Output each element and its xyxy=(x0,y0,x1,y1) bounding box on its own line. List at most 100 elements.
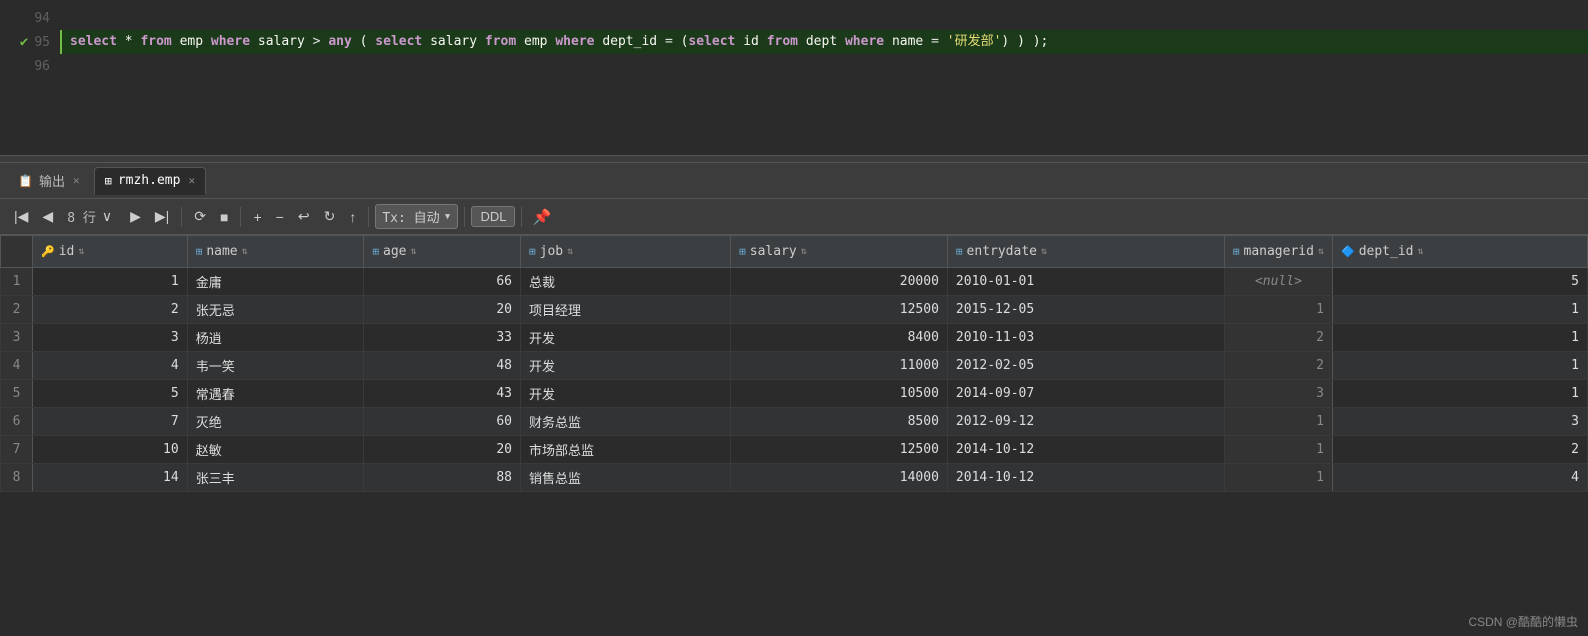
upload-btn[interactable]: ↑ xyxy=(343,205,362,229)
stop-btn[interactable]: ■ xyxy=(214,205,234,229)
prev-btn[interactable]: ◀ xyxy=(36,204,59,229)
paren-open2: ( xyxy=(681,30,689,54)
cell-age: 20 xyxy=(364,436,521,464)
cell-id: 10 xyxy=(33,436,188,464)
add-btn[interactable]: + xyxy=(247,205,267,229)
col-job-sort[interactable]: ⇅ xyxy=(567,246,573,257)
cell-deptid: 2 xyxy=(1332,436,1587,464)
kw-where2: where xyxy=(555,30,594,54)
op-eq: = xyxy=(665,30,673,54)
col-age-sort[interactable]: ⇅ xyxy=(411,246,417,257)
next-btn[interactable]: ▶ xyxy=(124,204,147,229)
code-line-96 xyxy=(60,54,1588,78)
table-row[interactable]: 6 7 灭绝 60 财务总监 8500 2012-09-12 1 3 xyxy=(1,408,1588,436)
col-id-header[interactable]: 🔑 id ⇅ xyxy=(33,236,188,268)
col-entrydate-icon: ⊞ xyxy=(956,245,963,258)
cell-job: 销售总监 xyxy=(521,464,731,492)
rmzh-tab-icon: ⊞ xyxy=(105,174,112,188)
table-row[interactable]: 1 1 金庸 66 总裁 20000 2010-01-01 <null> 5 xyxy=(1,268,1588,296)
cell-rownum: 3 xyxy=(1,324,33,352)
table-row[interactable]: 5 5 常遇春 43 开发 10500 2014-09-07 3 1 xyxy=(1,380,1588,408)
cell-managerid: 1 xyxy=(1224,296,1332,324)
redo-btn[interactable]: ↻ xyxy=(318,204,342,229)
cell-deptid: 1 xyxy=(1332,380,1587,408)
cell-name: 灭绝 xyxy=(187,408,364,436)
toolbar: |◀ ◀ 8 行 ∨ ▶ ▶| ⟳ ■ + − ↩ ↻ ↑ Tx: 自动 ▾ D… xyxy=(0,199,1588,235)
col-managerid-sort[interactable]: ⇅ xyxy=(1318,246,1324,257)
tab-output[interactable]: 📋 输出 ✕ xyxy=(8,167,90,195)
tx-dropdown[interactable]: Tx: 自动 ▾ xyxy=(375,204,458,229)
col-entrydate-header[interactable]: ⊞ entrydate ⇅ xyxy=(947,236,1224,268)
pin-btn[interactable]: 📌 xyxy=(528,204,555,230)
cell-age: 33 xyxy=(364,324,521,352)
remove-btn[interactable]: − xyxy=(270,205,290,229)
col-name-label: name xyxy=(206,244,237,259)
tbl-emp2: emp xyxy=(524,30,547,54)
col-job-header[interactable]: ⊞ job ⇅ xyxy=(521,236,731,268)
first-btn[interactable]: |◀ xyxy=(8,204,34,229)
tabs-bar: 📋 输出 ✕ ⊞ rmzh.emp ✕ xyxy=(0,163,1588,199)
cell-rownum: 4 xyxy=(1,352,33,380)
table-row[interactable]: 7 10 赵敏 20 市场部总监 12500 2014-10-12 1 2 xyxy=(1,436,1588,464)
table-row[interactable]: 4 4 韦一笑 48 开发 11000 2012-02-05 2 1 xyxy=(1,352,1588,380)
undo-btn[interactable]: ↩ xyxy=(292,204,316,229)
kw-from2: from xyxy=(485,30,516,54)
cell-age: 20 xyxy=(364,296,521,324)
col-deptid-sort[interactable]: ⇅ xyxy=(1417,246,1423,257)
cell-managerid: 2 xyxy=(1224,324,1332,352)
cell-deptid: 3 xyxy=(1332,408,1587,436)
kw-where3: where xyxy=(845,30,884,54)
cell-name: 赵敏 xyxy=(187,436,364,464)
kw-from: from xyxy=(140,30,171,54)
col-managerid-label: managerid xyxy=(1244,244,1314,259)
paren-close: ) xyxy=(1017,30,1025,54)
sep5 xyxy=(521,207,522,227)
cell-salary: 8400 xyxy=(731,324,948,352)
cell-job: 项目经理 xyxy=(521,296,731,324)
str-val: '研发部' xyxy=(947,30,1002,54)
tab-rmzh-close[interactable]: ✕ xyxy=(188,174,195,187)
cell-id: 7 xyxy=(33,408,188,436)
col-entrydate-sort[interactable]: ⇅ xyxy=(1041,246,1047,257)
table-row[interactable]: 2 2 张无忌 20 项目经理 12500 2015-12-05 1 1 xyxy=(1,296,1588,324)
col-name-sort[interactable]: ⇅ xyxy=(242,246,248,257)
table-row[interactable]: 8 14 张三丰 88 销售总监 14000 2014-10-12 1 4 xyxy=(1,464,1588,492)
cell-age: 88 xyxy=(364,464,521,492)
col-id-sort[interactable]: ⇅ xyxy=(78,246,84,257)
cell-rownum: 6 xyxy=(1,408,33,436)
col-salary-header[interactable]: ⊞ salary ⇅ xyxy=(731,236,948,268)
row-info: 8 行 ∨ xyxy=(61,206,122,227)
col-deptid-header[interactable]: 🔷 dept_id ⇅ xyxy=(1332,236,1587,268)
op-eq2: = xyxy=(931,30,939,54)
editor-result-divider xyxy=(0,155,1588,163)
kw-any: any xyxy=(328,30,351,54)
cell-name: 张三丰 xyxy=(187,464,364,492)
col-managerid-icon: ⊞ xyxy=(1233,245,1240,258)
tab-output-close[interactable]: ✕ xyxy=(73,174,80,187)
cell-deptid: 1 xyxy=(1332,296,1587,324)
code-line-95[interactable]: select * from emp where salary > any ( s… xyxy=(60,30,1588,54)
col-salary-sort[interactable]: ⇅ xyxy=(801,246,807,257)
row-expand-btn[interactable]: ∨ xyxy=(98,206,116,227)
tab-output-label: 输出 xyxy=(39,171,65,190)
col-age-icon: ⊞ xyxy=(372,245,379,258)
data-table-container[interactable]: 🔑 id ⇅ ⊞ name ⇅ xyxy=(0,235,1588,636)
col-name-header[interactable]: ⊞ name ⇅ xyxy=(187,236,364,268)
tab-rmzh-emp[interactable]: ⊞ rmzh.emp ✕ xyxy=(94,167,206,195)
cell-salary: 11000 xyxy=(731,352,948,380)
last-btn[interactable]: ▶| xyxy=(149,204,175,229)
table-row[interactable]: 3 3 杨逍 33 开发 8400 2010-11-03 2 1 xyxy=(1,324,1588,352)
col-managerid-header[interactable]: ⊞ managerid ⇅ xyxy=(1224,236,1332,268)
code-content[interactable]: select * from emp where salary > any ( s… xyxy=(60,0,1588,155)
col-salary-icon: ⊞ xyxy=(739,245,746,258)
tab-rmzh-label: rmzh.emp xyxy=(118,173,181,188)
refresh-btn[interactable]: ⟳ xyxy=(188,204,212,229)
cell-managerid: 1 xyxy=(1224,436,1332,464)
ddl-btn[interactable]: DDL xyxy=(471,206,515,227)
col-age-header[interactable]: ⊞ age ⇅ xyxy=(364,236,521,268)
cell-deptid: 1 xyxy=(1332,352,1587,380)
col-rownum xyxy=(1,236,33,268)
cell-entrydate: 2014-10-12 xyxy=(947,464,1224,492)
tbl-dept: dept xyxy=(806,30,837,54)
check-icon-95: ✔ xyxy=(20,34,28,50)
